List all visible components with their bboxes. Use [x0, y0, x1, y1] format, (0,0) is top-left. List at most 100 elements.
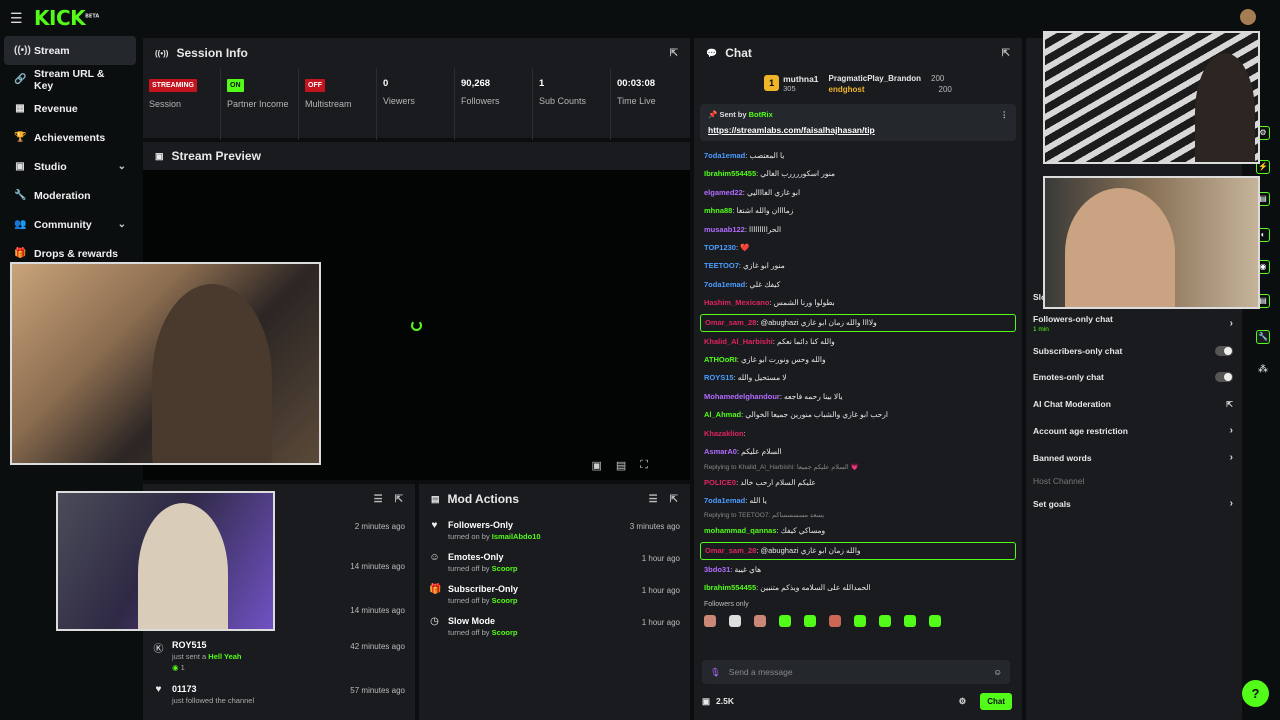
chat-username[interactable]: POLICE0	[704, 478, 736, 487]
popout-icon[interactable]: ⇱	[670, 48, 678, 59]
chat-username[interactable]: 7oda1emad	[704, 280, 745, 289]
studio-icon: ▣	[15, 161, 25, 172]
chat-username[interactable]: elgamed22	[704, 188, 743, 197]
chat-username[interactable]: mhna88	[704, 206, 732, 215]
emote-icon[interactable]	[829, 615, 841, 627]
chat-text: زماااان والله اشتغا	[736, 206, 794, 216]
webcam-overlay	[56, 491, 275, 631]
kick-logo[interactable]: KICKBETA	[34, 6, 99, 30]
ai-chat-moderation-setting[interactable]: AI Chat Moderation ⇱	[1033, 399, 1233, 409]
host-channel-setting: Host Channel	[1033, 476, 1085, 486]
external-link-icon: ⇱	[1226, 399, 1233, 409]
filter-icon[interactable]: ☰	[649, 494, 658, 505]
emote-icon[interactable]	[804, 615, 816, 627]
sidebar-item-revenue[interactable]: ▦ Revenue	[4, 94, 136, 123]
fullscreen-icon[interactable]: ⛶	[640, 459, 648, 472]
person-silhouette	[138, 503, 228, 629]
sidebar-item-studio[interactable]: ▣ Studio ⌄	[4, 152, 136, 181]
multistream-cell: OFF Multistream	[299, 68, 377, 140]
chat-text: السلام عليكم	[741, 447, 782, 457]
emoji-icon[interactable]: ☺	[993, 667, 1002, 677]
chat-input[interactable]: 🎙 Send a message ☺	[702, 660, 1010, 684]
help-icon[interactable]: ?	[1242, 680, 1269, 707]
kick-icon: Ⓚ	[153, 644, 164, 655]
feed-user[interactable]: 01173	[172, 684, 254, 694]
subscribers-only-toggle[interactable]	[1215, 346, 1233, 356]
session-stats: STREAMING Session ON Partner Income OFF Mul…	[143, 68, 690, 140]
chat-username[interactable]: Hashim_Mexicano	[704, 298, 769, 307]
followers-only-chat-setting[interactable]: Followers-only chat 1 min ›	[1033, 314, 1233, 333]
viewers-cell: 0 Viewers	[377, 68, 455, 140]
filter-icon[interactable]: ☰	[374, 494, 383, 505]
wrench-icon[interactable]: 🔧	[1256, 330, 1270, 344]
pinned-message: 📌 Sent by BotRix ⋮ https://streamlabs.com…	[700, 104, 1016, 141]
people-icon: 👥	[14, 219, 27, 230]
person-silhouette	[1195, 53, 1255, 162]
partner-income-cell: ON Partner Income	[221, 68, 299, 140]
chat-username[interactable]: Ibrahim554455	[704, 169, 756, 178]
account-age-restriction-setting[interactable]: Account age restriction ›	[1033, 425, 1233, 436]
chat-username[interactable]: Ibrahim554455	[704, 583, 756, 592]
popout-icon[interactable]: ⇱	[1002, 48, 1010, 59]
chat-username[interactable]: 7oda1emad	[704, 496, 745, 505]
menu-icon[interactable]: ☰	[10, 10, 24, 27]
pinned-link[interactable]: https://streamlabs.com/faisalhajhasan/ti…	[708, 125, 1008, 135]
sidebar-item-community[interactable]: 👥 Community ⌄	[4, 210, 136, 239]
chat-username[interactable]: 3bdo31	[704, 565, 730, 574]
emote-icon[interactable]	[729, 615, 741, 627]
banned-words-setting[interactable]: Banned words ›	[1033, 452, 1233, 463]
stream-preview-header: ▣ Stream Preview	[143, 142, 690, 170]
emote-icon[interactable]	[754, 615, 766, 627]
emotes-only-toggle[interactable]	[1215, 372, 1233, 382]
send-chat-button[interactable]: Chat	[980, 692, 1012, 710]
chat-username[interactable]: ROYS15	[704, 373, 734, 382]
emote-icon[interactable]	[904, 615, 916, 627]
sub-counts-cell: 1 Sub Counts	[533, 68, 611, 140]
chat-text: ابو غازي الغاااليي	[746, 187, 801, 197]
chat-text: عليكم السلام ارحب خالد	[740, 477, 816, 487]
chat-username[interactable]: 7oda1emad	[704, 151, 745, 160]
broadcast-icon: ((•))	[155, 48, 169, 58]
theater-icon[interactable]: ▤	[616, 459, 626, 472]
sidebar-item-stream-url-key[interactable]: 🔗 Stream URL & Key	[4, 65, 136, 94]
share-icon[interactable]: ⁂	[1258, 364, 1268, 375]
popout-icon[interactable]: ⇱	[670, 494, 678, 505]
avatar[interactable]	[1240, 9, 1256, 25]
chat-username[interactable]: TOP1230	[704, 243, 736, 252]
settings-icon[interactable]: ⚙	[959, 696, 967, 707]
chat-message: Ibrahim554455: منور اسكوررررب الغالي	[704, 169, 835, 179]
emote-icon[interactable]	[929, 615, 941, 627]
sidebar-item-moderation[interactable]: 🔧 Moderation	[4, 181, 136, 210]
popout-icon[interactable]: ⇱	[395, 494, 403, 505]
top-gifters: 1 muthna1 305 PragmaticPlay_Brandon 200 e…	[694, 68, 1022, 98]
chat-username[interactable]: musaab122	[704, 225, 745, 234]
chat-username[interactable]: Khazaklion	[704, 429, 744, 438]
chat-message: Omar_sam_28: @abughazi ولاااا والله زمان…	[700, 313, 1016, 332]
chat-username[interactable]: Omar_sam_28	[705, 318, 756, 327]
chat-username[interactable]: Al_Ahmad	[704, 410, 741, 419]
more-icon[interactable]: ⋮	[1001, 110, 1009, 119]
chat-username[interactable]: ATHOoRI	[704, 355, 737, 364]
feed-user[interactable]: ROY515	[172, 640, 242, 650]
chat-username[interactable]: TEETOO7	[704, 261, 739, 270]
feed-row: ♥ 01173 just followed the channel 57 min…	[143, 678, 415, 710]
chat-username[interactable]: AsmarA0	[704, 447, 737, 456]
set-goals-setting[interactable]: Set goals ›	[1033, 498, 1233, 509]
emote-icon[interactable]	[879, 615, 891, 627]
sidebar-item-stream[interactable]: ((•)) Stream	[4, 36, 136, 65]
pin-icon: 📌	[708, 110, 718, 119]
sidebar-item-achievements[interactable]: 🏆 Achievements	[4, 123, 136, 152]
emote-icon[interactable]	[779, 615, 791, 627]
emote-icon[interactable]	[854, 615, 866, 627]
pip-icon[interactable]: ▣	[591, 459, 601, 472]
chat-username[interactable]: Mohamedelghandour	[704, 392, 780, 401]
chat-text: يا المعتصب	[749, 151, 785, 160]
chat-username[interactable]: Omar_sam_28	[705, 546, 756, 555]
mic-icon[interactable]: 🎙	[710, 667, 721, 678]
chat-username[interactable]: mohammad_qannas	[704, 526, 777, 535]
emote-icon[interactable]	[704, 615, 716, 627]
document-icon: ▤	[431, 493, 440, 504]
session-info-header: ((•)) Session Info ⇱	[143, 38, 690, 68]
chat-username[interactable]: Khalid_Al_Harbishi	[704, 337, 773, 346]
chat-title: Chat	[725, 46, 752, 60]
